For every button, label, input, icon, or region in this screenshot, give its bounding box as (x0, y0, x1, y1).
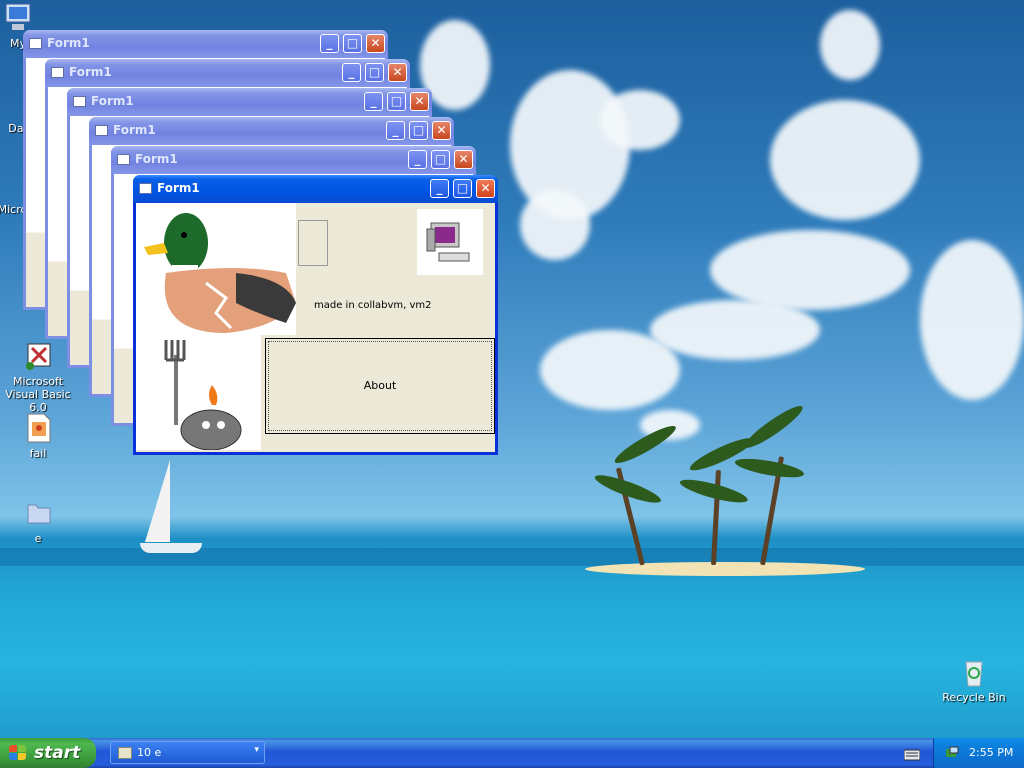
minimize-button[interactable]: _ (364, 92, 383, 111)
close-button[interactable]: ✕ (366, 34, 385, 53)
taskbar: start 10 e ▾ 2:55 PM (0, 738, 1024, 768)
title-bar[interactable]: Form1 _ □ ✕ (133, 175, 498, 203)
taskbar-group-button[interactable]: 10 e ▾ (110, 741, 265, 764)
window-title: Form1 (113, 123, 156, 137)
caption-label: made in collabvm, vm2 (314, 300, 432, 311)
title-bar[interactable]: Form1 _ □ ✕ (89, 117, 454, 145)
title-bar[interactable]: Form1 _ □ ✕ (67, 88, 432, 116)
close-button[interactable]: ✕ (476, 179, 495, 198)
palm-frond (733, 455, 806, 482)
minimize-button[interactable]: _ (342, 63, 361, 82)
cloud (920, 240, 1024, 400)
windows-flag-icon (9, 745, 27, 761)
window-icon (95, 125, 108, 136)
visual-basic-icon (22, 340, 54, 372)
desktop-icon-label: fail (29, 447, 47, 460)
minimize-button[interactable]: _ (430, 179, 449, 198)
maximize-button[interactable]: □ (453, 179, 472, 198)
maximize-button[interactable]: □ (409, 121, 428, 140)
start-label: start (34, 743, 81, 763)
image-file-icon (22, 412, 54, 444)
cloud (600, 90, 680, 150)
desktop-icon-label: Microsoft Visual Basic 6.0 (5, 375, 71, 414)
cloud (820, 10, 880, 80)
minimize-button[interactable]: _ (386, 121, 405, 140)
creature-image (136, 335, 261, 451)
desktop-icon-label: e (34, 532, 42, 545)
taskbar-group-label: 10 e (137, 746, 162, 759)
window-title: Form1 (47, 36, 90, 50)
form1-window-active[interactable]: Form1 _ □ ✕ made in collabvm, vm2 About (133, 175, 498, 455)
close-button[interactable]: ✕ (410, 92, 429, 111)
cloud (710, 230, 910, 310)
palm-frond (740, 401, 807, 453)
computer-icon (417, 209, 483, 275)
desktop-icon-e[interactable]: e (0, 497, 78, 545)
cloud (650, 300, 820, 360)
recycle-bin-icon (958, 656, 990, 688)
window-icon (73, 96, 86, 107)
image-placeholder (298, 220, 328, 266)
maximize-button[interactable]: □ (387, 92, 406, 111)
minimize-button[interactable]: _ (320, 34, 339, 53)
cloud (770, 100, 920, 220)
folder-icon (22, 497, 54, 529)
maximize-button[interactable]: □ (343, 34, 362, 53)
start-button[interactable]: start (0, 738, 96, 768)
dropdown-arrow-icon: ▾ (254, 745, 259, 755)
keyboard-icon[interactable] (903, 746, 921, 761)
clock[interactable]: 2:55 PM (969, 746, 1013, 759)
cloud (520, 190, 590, 260)
window-title: Form1 (135, 152, 178, 166)
window-title: Form1 (69, 65, 112, 79)
window-icon (139, 183, 152, 194)
window-icon (51, 67, 64, 78)
island (585, 562, 865, 576)
window-title: Form1 (157, 181, 200, 195)
maximize-button[interactable]: □ (431, 150, 450, 169)
minimize-button[interactable]: _ (408, 150, 427, 169)
window-body: made in collabvm, vm2 About (136, 203, 495, 452)
desktop-icon-recycle-bin[interactable]: Recycle Bin (934, 656, 1014, 704)
window-title: Form1 (91, 94, 134, 108)
sailboat-hull (140, 543, 202, 553)
title-bar[interactable]: Form1 _ □ ✕ (111, 146, 476, 174)
about-button[interactable]: About (265, 338, 495, 434)
desktop-icon-label: Recycle Bin (942, 691, 1006, 704)
desktop-icon-fail[interactable]: fail (0, 412, 78, 460)
close-button[interactable]: ✕ (388, 63, 407, 82)
sailboat-sail (145, 460, 170, 542)
window-icon (29, 38, 42, 49)
maximize-button[interactable]: □ (365, 63, 384, 82)
window-icon (117, 154, 130, 165)
system-tray: 2:55 PM (933, 738, 1024, 768)
close-button[interactable]: ✕ (432, 121, 451, 140)
desktop: My Dat Micro C Microsoft Visual Basic 6.… (0, 0, 1024, 738)
duck-image (136, 203, 296, 335)
about-button-label: About (363, 379, 397, 392)
close-button[interactable]: ✕ (454, 150, 473, 169)
network-icon[interactable] (944, 745, 960, 761)
folder-icon (118, 747, 132, 759)
title-bar[interactable]: Form1 _ □ ✕ (45, 59, 410, 87)
title-bar[interactable]: Form1 _ □ ✕ (23, 30, 388, 58)
